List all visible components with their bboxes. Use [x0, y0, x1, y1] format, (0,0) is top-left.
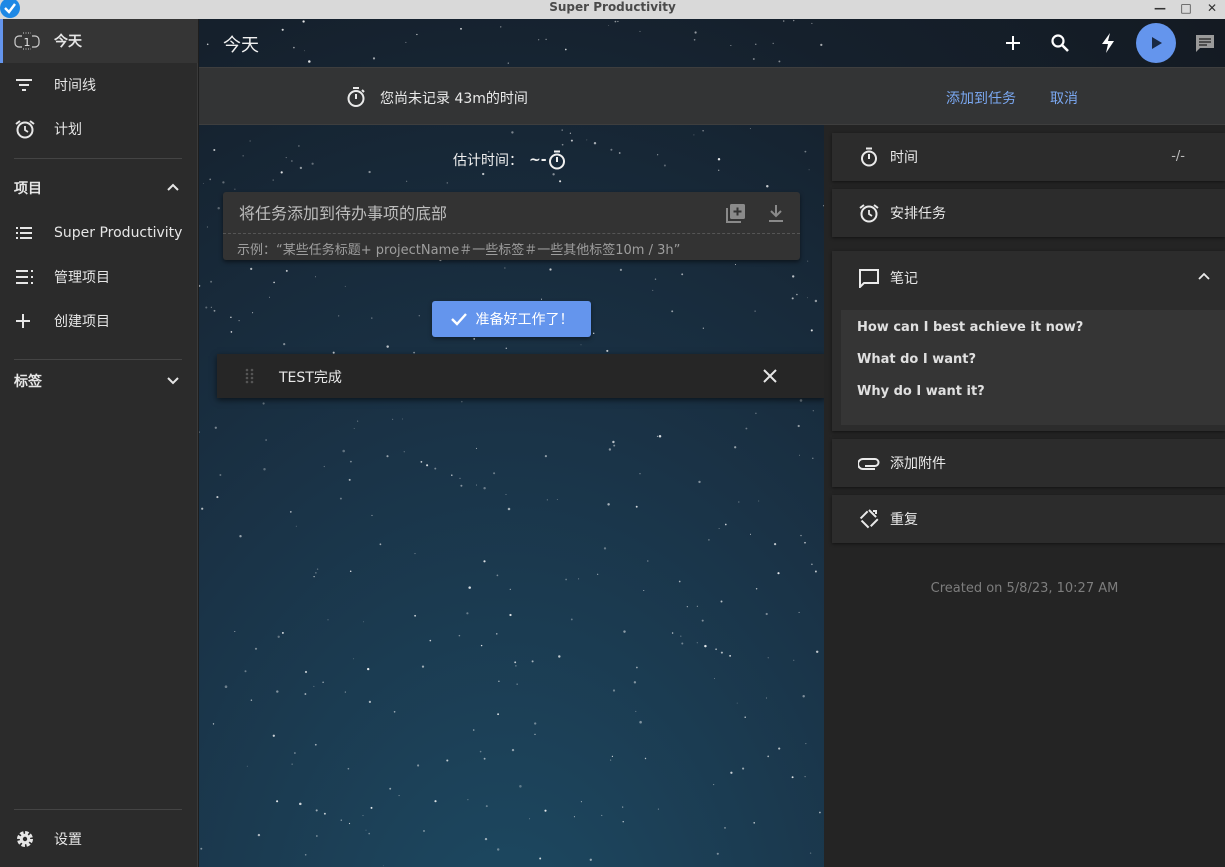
- notes-label: 笔记: [890, 271, 918, 287]
- task-detail-panel: 时间 -/- 安排任务 笔记 How can I best achieve it…: [824, 125, 1225, 867]
- chevron-down-icon[interactable]: [166, 373, 180, 389]
- ready-to-work-button[interactable]: 准备好工作了！: [432, 301, 591, 337]
- untracked-time-banner: 您尚未记录 43m的时间 添加到任务 取消: [199, 67, 1225, 125]
- chevron-up-icon[interactable]: [166, 180, 180, 196]
- projects-section-header[interactable]: 项目: [0, 166, 198, 210]
- add-task-hint: 示例：“某些任务标题+ projectName＃一些标签＃一些其他标签10m /…: [237, 243, 681, 258]
- sidebar-item-label: 设置: [54, 832, 82, 848]
- window-title: Super Productivity: [549, 0, 676, 14]
- add-to-bottom-button[interactable]: [764, 202, 788, 224]
- sidebar-item-today[interactable]: 1 今天: [0, 19, 198, 63]
- svg-text:1: 1: [24, 36, 31, 49]
- estimate-label: 估计时间：: [453, 153, 523, 169]
- sidebar-item-label: Super Productivity: [54, 225, 183, 241]
- sidebar: 1 今天 时间线 计划 项目 Super Productivity 管理项目 创…: [0, 19, 198, 867]
- sidebar-item-timeline[interactable]: 时间线: [0, 63, 198, 107]
- attachment-icon: [858, 452, 880, 474]
- sidebar-divider: [14, 809, 182, 810]
- list-icon: [14, 221, 40, 245]
- sidebar-item-label: 创建项目: [54, 314, 110, 330]
- minimize-icon[interactable]: —: [1153, 1, 1167, 15]
- attachment-label: 添加附件: [890, 456, 946, 472]
- created-timestamp: Created on 5/8/23, 10:27 AM: [930, 581, 1119, 596]
- repeat-icon: [858, 508, 880, 530]
- add-task-separator: [223, 233, 800, 234]
- sidebar-divider: [14, 158, 182, 159]
- notes-content[interactable]: How can I best achieve it now? What do I…: [841, 310, 1225, 425]
- add-to-top-button[interactable]: [724, 202, 748, 224]
- sidebar-item-schedule[interactable]: 计划: [0, 107, 198, 151]
- timer-icon: [345, 86, 367, 112]
- repeat-card[interactable]: 重复: [832, 495, 1225, 543]
- sidebar-item-label: 时间线: [54, 78, 96, 94]
- projects-header-label: 项目: [14, 181, 42, 197]
- comment-icon: [1196, 35, 1214, 52]
- task-title[interactable]: TEST完成: [279, 367, 342, 387]
- drag-handle-icon[interactable]: [245, 368, 255, 384]
- tags-header-label: 标签: [14, 374, 42, 390]
- gear-icon: [14, 827, 40, 851]
- add-attachment-card[interactable]: 添加附件: [832, 439, 1225, 487]
- library-add-icon: [726, 204, 745, 223]
- check-icon: [450, 313, 467, 326]
- app-logo-icon: [0, 0, 20, 18]
- top-bar: 今天: [199, 19, 1225, 67]
- sidebar-item-manage-projects[interactable]: 管理项目: [0, 255, 198, 299]
- timer-icon: [858, 146, 880, 168]
- schedule-task-card[interactable]: 安排任务: [832, 189, 1225, 237]
- add-task-bar: 示例：“某些任务标题+ projectName＃一些标签＃一些其他标签10m /…: [223, 192, 800, 260]
- notes-card: 笔记 How can I best achieve it now? What d…: [832, 251, 1225, 431]
- focus-mode-button[interactable]: [1092, 27, 1124, 59]
- sidebar-item-project-super-productivity[interactable]: Super Productivity: [0, 211, 198, 255]
- timer-icon: [548, 150, 565, 170]
- sidebar-item-label: 计划: [54, 122, 82, 138]
- time-value: -/-: [1171, 149, 1185, 164]
- schedule-label: 安排任务: [890, 206, 946, 222]
- add-to-task-button[interactable]: 添加到任务: [946, 88, 1016, 108]
- main-area: 今天 您尚未记录 43m的时间 添加到任务 取消 估计时间： ~- 将任务添加到…: [199, 19, 1225, 867]
- search-button[interactable]: [1044, 27, 1076, 59]
- notes-line: What do I want?: [857, 352, 977, 367]
- time-estimate: 估计时间： ~-: [453, 149, 567, 171]
- add-task-button[interactable]: [997, 27, 1029, 59]
- ready-button-label: 准备好工作了！: [475, 312, 574, 328]
- start-tracking-button[interactable]: [1136, 23, 1176, 63]
- notes-header[interactable]: 笔记: [858, 267, 918, 289]
- add-task-input[interactable]: [239, 202, 719, 224]
- play-icon: [1152, 37, 1162, 49]
- close-task-detail-button[interactable]: [759, 365, 781, 387]
- alarm-icon: [858, 202, 880, 224]
- repeat-label: 重复: [890, 512, 918, 528]
- lightning-icon: [1102, 33, 1114, 53]
- timeline-icon: [14, 73, 40, 97]
- comment-icon: [858, 267, 880, 289]
- notes-line: Why do I want it?: [857, 384, 985, 399]
- notes-line: How can I best achieve it now?: [857, 320, 1084, 335]
- notes-button[interactable]: [1189, 27, 1221, 59]
- maximize-icon[interactable]: □: [1179, 1, 1193, 15]
- sidebar-item-label: 管理项目: [54, 270, 110, 286]
- manage-list-icon: [14, 265, 40, 289]
- sidebar-item-create-project[interactable]: 创建项目: [0, 299, 198, 343]
- estimate-value: ~-: [529, 152, 547, 168]
- window-titlebar: Super Productivity — □ ✕: [0, 0, 1225, 19]
- plus-icon: [1006, 36, 1020, 50]
- plus-icon: [14, 309, 40, 333]
- task-item[interactable]: TEST完成: [217, 354, 825, 398]
- today-icon: 1: [14, 29, 40, 53]
- banner-text: 您尚未记录 43m的时间: [380, 91, 528, 107]
- time-estimate-card[interactable]: 时间 -/-: [832, 133, 1225, 181]
- sidebar-item-label: 今天: [54, 34, 82, 50]
- chevron-up-icon[interactable]: [1197, 269, 1211, 285]
- time-label: 时间: [890, 150, 918, 166]
- close-window-icon[interactable]: ✕: [1205, 1, 1219, 15]
- alarm-icon: [14, 117, 40, 141]
- page-title: 今天: [223, 35, 259, 56]
- sidebar-item-settings[interactable]: 设置: [0, 817, 198, 861]
- download-icon: [769, 205, 783, 222]
- tags-section-header[interactable]: 标签: [0, 359, 198, 403]
- cancel-button[interactable]: 取消: [1050, 88, 1078, 108]
- search-icon: [1051, 34, 1069, 52]
- close-icon: [763, 369, 777, 383]
